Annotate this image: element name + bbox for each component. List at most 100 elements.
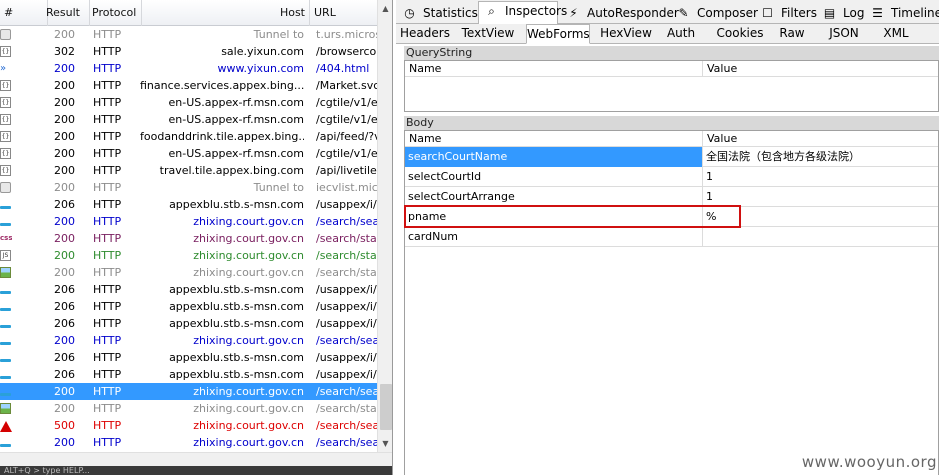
subtab-json[interactable]: JSON — [822, 24, 866, 44]
session-row[interactable]: 200 HTTP zhixing.court.gov.cn/search/stat — [0, 400, 377, 417]
tab-statistics[interactable]: ◷ Statistics — [396, 3, 478, 24]
scrollbar-thumb[interactable] — [380, 384, 392, 430]
session-number — [14, 400, 48, 417]
session-row[interactable]: 200 HTTP zhixing.court.gov.cn/search/sear — [0, 383, 377, 400]
session-row[interactable]: 200 HTTP zhixing.court.gov.cn/search/stat — [0, 264, 377, 281]
querystring-value-header[interactable]: Value — [703, 61, 939, 77]
form-field-value[interactable]: 1 — [703, 187, 939, 207]
image-request-icon — [0, 325, 11, 328]
session-row[interactable]: 206 HTTP appexblu.stb.s-msn.com/usappex/i/… — [0, 298, 377, 315]
sessions-vertical-scrollbar[interactable]: ▲ ▼ — [377, 0, 392, 452]
scroll-up-icon[interactable]: ▲ — [380, 3, 391, 14]
form-field-row[interactable]: selectCourtId 1 — [405, 167, 938, 187]
session-row[interactable]: {} 200 HTTP en-US.appex-rf.msn.com/cgtile/v… — [0, 111, 377, 128]
tab-timeline[interactable]: ☰ Timeline — [864, 3, 939, 24]
column-header-protocol[interactable]: Protocol — [88, 0, 142, 26]
session-row[interactable]: 500 HTTP zhixing.court.gov.cn/search/sear — [0, 417, 377, 434]
session-row[interactable]: {} 200 HTTP foodanddrink.tile.appex.bing...… — [0, 128, 377, 145]
column-header-result[interactable]: Result — [42, 0, 90, 26]
autoresponder-icon: ⚡ — [569, 6, 578, 20]
querystring-name-header[interactable]: Name — [405, 61, 703, 77]
form-field-value[interactable]: 全国法院（包含地方各级法院） — [703, 147, 939, 167]
subtab-auth[interactable]: Auth — [662, 24, 700, 44]
body-grid[interactable]: Name Value searchCourtName 全国法院（包含地方各级法院）… — [404, 130, 939, 475]
tab-filters[interactable]: ☐ Filters — [754, 3, 817, 24]
session-row[interactable]: 200 HTTP zhixing.court.gov.cn/search/sear — [0, 213, 377, 230]
session-row[interactable]: 206 HTTP appexblu.stb.s-msn.com/usappex/i/… — [0, 196, 377, 213]
session-url: /search/sear — [316, 419, 377, 432]
session-row[interactable]: 200 HTTP Tunnel to t.urs.microso — [0, 26, 377, 43]
form-field-value[interactable]: % — [703, 207, 939, 227]
session-row[interactable]: {} 200 HTTP travel.tile.appex.bing.com/api/… — [0, 162, 377, 179]
session-result: 200 — [54, 164, 75, 177]
session-number — [14, 145, 48, 162]
document-icon: {} — [0, 96, 11, 108]
session-row[interactable]: {} 200 HTTP finance.services.appex.bing....… — [0, 77, 377, 94]
tab-inspectors[interactable]: ⌕ Inspectors — [478, 1, 567, 25]
session-url: /api/livetile.x — [316, 164, 377, 177]
form-field-row[interactable]: searchCourtName 全国法院（包含地方各级法院） — [405, 147, 938, 167]
session-url: t.urs.microso — [316, 28, 377, 41]
session-row[interactable]: 200 HTTP zhixing.court.gov.cn/search/sear — [0, 434, 377, 451]
session-url: /Market.svc/ — [316, 79, 377, 92]
subtab-textview[interactable]: TextView — [458, 24, 518, 44]
subtab-cookies[interactable]: Cookies — [712, 24, 768, 44]
quickexec-bar[interactable]: ALT+Q > type HELP... — [0, 466, 392, 475]
session-host: foodanddrink.tile.appex.bing.... — [140, 130, 304, 143]
inspector-pane: ◷ Statistics ⌕ Inspectors ⚡ AutoResponder ✎ Com… — [396, 0, 939, 475]
body-name-header[interactable]: Name — [405, 131, 703, 147]
scroll-down-icon[interactable]: ▼ — [380, 438, 391, 449]
session-protocol: HTTP — [93, 385, 122, 398]
column-header-host[interactable]: Host — [142, 0, 310, 26]
tab-composer[interactable]: ✎ Composer — [670, 3, 757, 24]
session-result: 200 — [54, 249, 75, 262]
session-url: /search/stat — [316, 249, 377, 262]
session-row[interactable]: JS 200 HTTP zhixing.court.gov.cn/search/sta… — [0, 247, 377, 264]
session-url: /browsercon — [316, 45, 377, 58]
form-field-value[interactable] — [703, 227, 939, 247]
session-number — [14, 179, 48, 196]
session-row[interactable]: css 200 HTTP zhixing.court.gov.cn/search/st… — [0, 230, 377, 247]
column-header-number[interactable]: # — [0, 0, 48, 26]
image-request-icon — [0, 393, 11, 396]
subtab-webforms[interactable]: WebForms — [526, 24, 590, 44]
subtab-hexview[interactable]: HexView — [596, 24, 656, 44]
session-host: zhixing.court.gov.cn — [193, 402, 304, 415]
sessions-horizontal-scrollbar[interactable] — [0, 452, 392, 466]
session-row[interactable]: » 200 HTTP www.yixun.com/404.html — [0, 60, 377, 77]
session-row[interactable]: 206 HTTP appexblu.stb.s-msn.com/usappex/i/… — [0, 366, 377, 383]
querystring-grid[interactable]: Name Value — [404, 60, 939, 112]
session-row[interactable]: 206 HTTP appexblu.stb.s-msn.com/usappex/i/… — [0, 349, 377, 366]
form-field-row[interactable]: selectCourtArrange 1 — [405, 187, 938, 207]
session-row[interactable]: {} 200 HTTP en-US.appex-rf.msn.com/cgtile/v… — [0, 94, 377, 111]
form-field-name: selectCourtArrange — [405, 187, 703, 207]
subtab-headers[interactable]: Headers — [396, 24, 454, 44]
form-field-row[interactable]: cardNum — [405, 227, 938, 247]
session-row[interactable]: 200 HTTP zhixing.court.gov.cn/search/sear — [0, 332, 377, 349]
session-protocol: HTTP — [93, 113, 122, 126]
session-host: appexblu.stb.s-msn.com — [169, 368, 304, 381]
session-row[interactable]: 206 HTTP appexblu.stb.s-msn.com/usappex/i/… — [0, 315, 377, 332]
form-field-row[interactable]: pname% — [405, 207, 938, 227]
form-field-value[interactable]: 1 — [703, 167, 939, 187]
session-url: /search/sear — [316, 436, 377, 449]
session-result: 200 — [54, 334, 75, 347]
session-host: Tunnel to — [253, 28, 304, 41]
subtab-xml[interactable]: XML — [876, 24, 916, 44]
session-url: /search/stat — [316, 266, 377, 279]
session-row[interactable]: {} 200 HTTP en-US.appex-rf.msn.com/cgtile/v… — [0, 145, 377, 162]
session-number — [14, 332, 48, 349]
session-number — [14, 417, 48, 434]
image-request-icon — [0, 359, 11, 362]
session-url: /usappex/i/8 — [316, 198, 377, 211]
session-result: 206 — [54, 317, 75, 330]
session-row[interactable]: 206 HTTP appexblu.stb.s-msn.com/usappex/i/… — [0, 281, 377, 298]
tab-autoresponder[interactable]: ⚡ AutoResponder — [560, 3, 679, 24]
body-value-header[interactable]: Value — [703, 131, 939, 147]
session-row[interactable]: {} 302 HTTP sale.yixun.com/browsercon — [0, 43, 377, 60]
session-row[interactable]: 200 HTTP Tunnel to iecvlist.micro — [0, 179, 377, 196]
subtab-raw[interactable]: Raw — [774, 24, 810, 44]
tab-log[interactable]: ▤ Log — [816, 3, 865, 24]
document-icon: {} — [0, 113, 11, 125]
session-number — [14, 26, 48, 43]
